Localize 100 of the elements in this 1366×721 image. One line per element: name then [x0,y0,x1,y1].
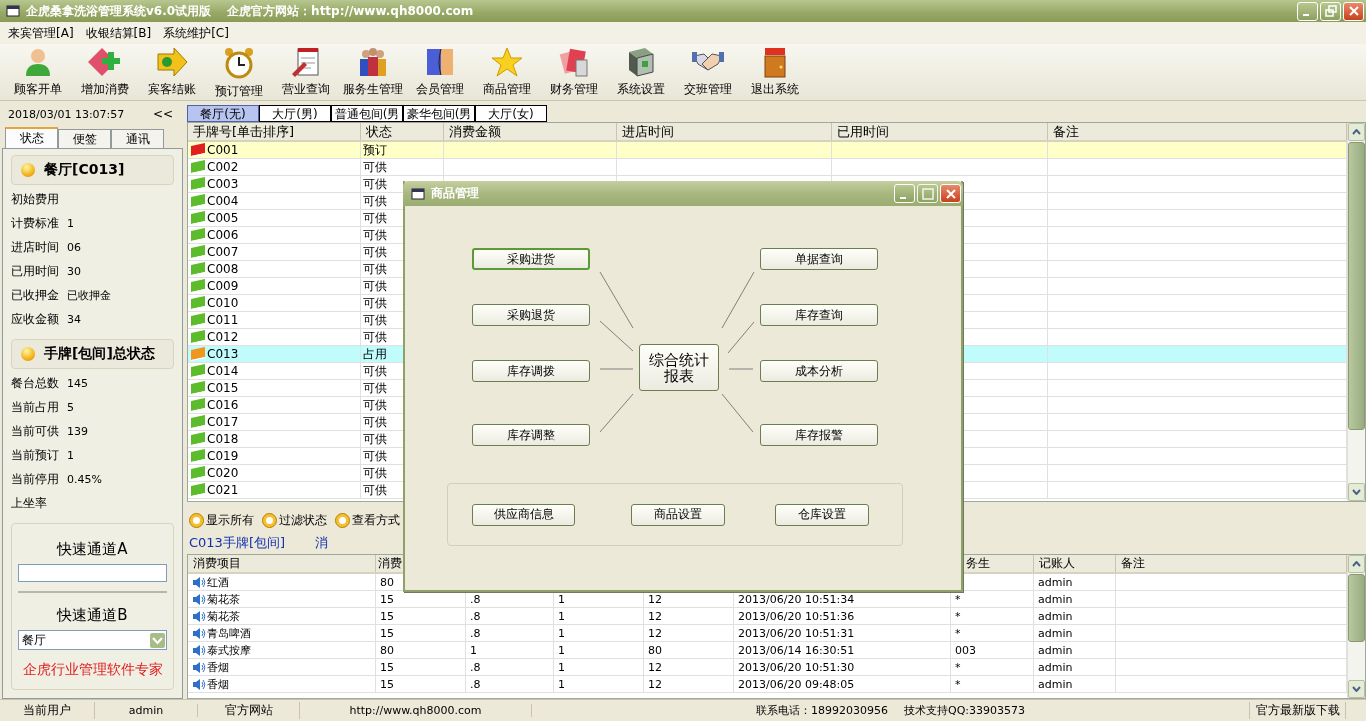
handle-number: C005 [207,211,239,225]
section-title: 餐厅[C013] [44,161,125,179]
handle-number: C008 [207,262,239,276]
status-text: 可供 [363,193,387,209]
status-text: 可供 [363,227,387,243]
status-text: 可供 [363,431,387,447]
table-cell: * [955,677,961,691]
table-cell: 80 [380,575,394,589]
table-cell: 12 [648,626,662,640]
table-cell: 15 [380,660,394,674]
detail-text: 消 [315,534,329,552]
table-cell: admin [1038,643,1073,657]
field-label: 进店时间 [11,238,59,256]
table-cell: 12 [648,609,662,623]
field-label: 应收金额 [11,310,59,328]
status-text: 官方网站 [198,702,300,719]
field-label: 当前占用 [11,398,59,416]
table-cell: 菊花茶 [207,608,240,624]
handle-number: C017 [207,415,239,429]
status-text: http://www.qh8000.com [300,704,532,717]
table-cell: * [955,660,961,674]
table-cell: 2013/06/20 10:51:36 [738,609,855,623]
table-cell: 菊花茶 [207,591,240,607]
handle-number: C015 [207,381,239,395]
status-text: 可供 [363,414,387,430]
status-text: 联系电话：18992030956 [755,703,889,718]
handle-number: C001 [207,143,239,157]
date-time: 2018/03/01 13:07:57 [8,107,125,121]
status-text: 可供 [363,448,387,464]
handle-number: C014 [207,364,239,378]
table-cell: 15 [380,609,394,623]
handle-number: C012 [207,330,239,344]
status-text: admin [95,704,198,717]
table-cell: .8 [470,592,481,606]
table-cell: .8 [470,660,481,674]
field-value: 30 [67,264,81,278]
handle-number: C019 [207,449,239,463]
table-cell: * [955,609,961,623]
handle-number: C011 [207,313,239,327]
handle-number: C004 [207,194,239,208]
handle-number: C018 [207,432,239,446]
field-label: 已收押金 [11,286,59,304]
handle-number: C003 [207,177,239,191]
status-text: 可供 [363,244,387,260]
table-cell: admin [1038,575,1073,589]
table-cell: 1 [558,626,565,640]
table-cell: 1 [558,609,565,623]
handle-number: C013 [207,347,239,361]
status-text: 可供 [363,397,387,413]
table-cell: 1 [558,592,565,606]
table-cell: 香烟 [207,659,229,675]
table-cell: 003 [955,643,976,657]
table-cell: 1 [558,660,565,674]
handle-number: C021 [207,483,239,497]
table-cell: 泰式按摩 [207,642,251,658]
handle-number: C016 [207,398,239,412]
status-text: 当前用户 [0,702,95,719]
table-cell: 80 [380,643,394,657]
field-value: 34 [67,312,81,326]
table-cell: .8 [470,677,481,691]
status-text: 可供 [363,261,387,277]
field-label: 已用时间 [11,262,59,280]
table-cell: * [955,592,961,606]
table-cell: 12 [648,677,662,691]
slogan-text: 企虎行业管理软件专家 [21,661,164,679]
table-cell: 青岛啤酒 [207,625,251,641]
table-cell: 12 [648,592,662,606]
table-cell: 1 [558,643,565,657]
status-text: 可供 [363,329,387,345]
field-label: 上坐率 [11,494,47,512]
table-cell: 2013/06/20 09:48:05 [738,677,855,691]
field-value: 06 [67,240,81,254]
handle-number: C020 [207,466,239,480]
dialog-title: 商品管理 [431,185,479,202]
status-text: 可供 [363,295,387,311]
status-text: 可供 [363,380,387,396]
table-cell: admin [1038,660,1073,674]
field-value: 1 [67,216,74,230]
table-cell: 15 [380,592,394,606]
table-cell: 12 [648,660,662,674]
table-cell: 15 [380,677,394,691]
status-text: 可供 [363,278,387,294]
table-cell: 红酒 [207,574,229,590]
table-cell: admin [1038,677,1073,691]
field-value: 139 [67,424,88,438]
quick-label: 快速通道B [55,606,129,625]
field-label: 初始费用 [11,190,59,208]
status-text: 可供 [363,482,387,498]
website-text: 企虎官方网站：http://www.qh8000.com [227,2,474,20]
status-text: 预订 [363,142,387,158]
table-cell: 1 [470,643,477,657]
window-title: 企虎桑拿洗浴管理系统v6.0试用版 [26,2,212,20]
field-value: 1 [67,448,74,462]
handle-number: C006 [207,228,239,242]
table-cell: 2013/06/14 16:30:51 [738,643,855,657]
table-cell: 香烟 [207,676,229,692]
table-cell: admin [1038,626,1073,640]
status-text: 可供 [363,363,387,379]
handle-number: C010 [207,296,239,310]
quick-label: 快速通道A [55,540,129,559]
